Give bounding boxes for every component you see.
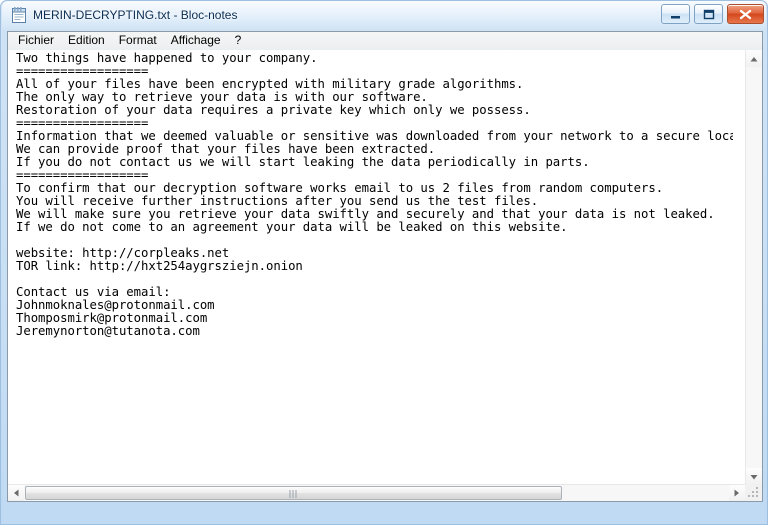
title-bar[interactable]: MERIN-DECRYPTING.txt - Bloc-notes — [2, 2, 768, 29]
menu-format[interactable]: Format — [112, 32, 164, 50]
maximize-button[interactable] — [694, 4, 723, 24]
resize-grip[interactable] — [745, 484, 762, 501]
horizontal-scroll-thumb[interactable] — [25, 486, 562, 500]
editor-area: Two things have happened to your company… — [7, 50, 763, 502]
document-text[interactable]: Two things have happened to your company… — [8, 50, 733, 485]
notepad-window: MERIN-DECRYPTING.txt - Bloc-notes Fichie… — [0, 0, 768, 525]
scroll-left-icon[interactable] — [8, 485, 24, 501]
menu-edit[interactable]: Edition — [61, 32, 112, 50]
window-title: MERIN-DECRYPTING.txt - Bloc-notes — [33, 8, 238, 22]
scroll-thumb-grip — [289, 490, 298, 498]
menu-view[interactable]: Affichage — [164, 32, 228, 50]
minimize-button[interactable] — [661, 4, 690, 24]
scroll-right-icon[interactable] — [729, 485, 745, 501]
notepad-icon — [11, 7, 27, 24]
menu-help[interactable]: ? — [228, 32, 249, 50]
vertical-scrollbar[interactable] — [745, 50, 762, 485]
horizontal-scrollbar[interactable] — [8, 484, 762, 501]
menu-file[interactable]: Fichier — [11, 32, 61, 50]
scroll-down-icon[interactable] — [746, 468, 762, 485]
menu-bar: Fichier Edition Format Affichage ? — [7, 31, 763, 50]
close-button[interactable] — [727, 4, 764, 24]
scroll-up-icon[interactable] — [746, 50, 762, 67]
